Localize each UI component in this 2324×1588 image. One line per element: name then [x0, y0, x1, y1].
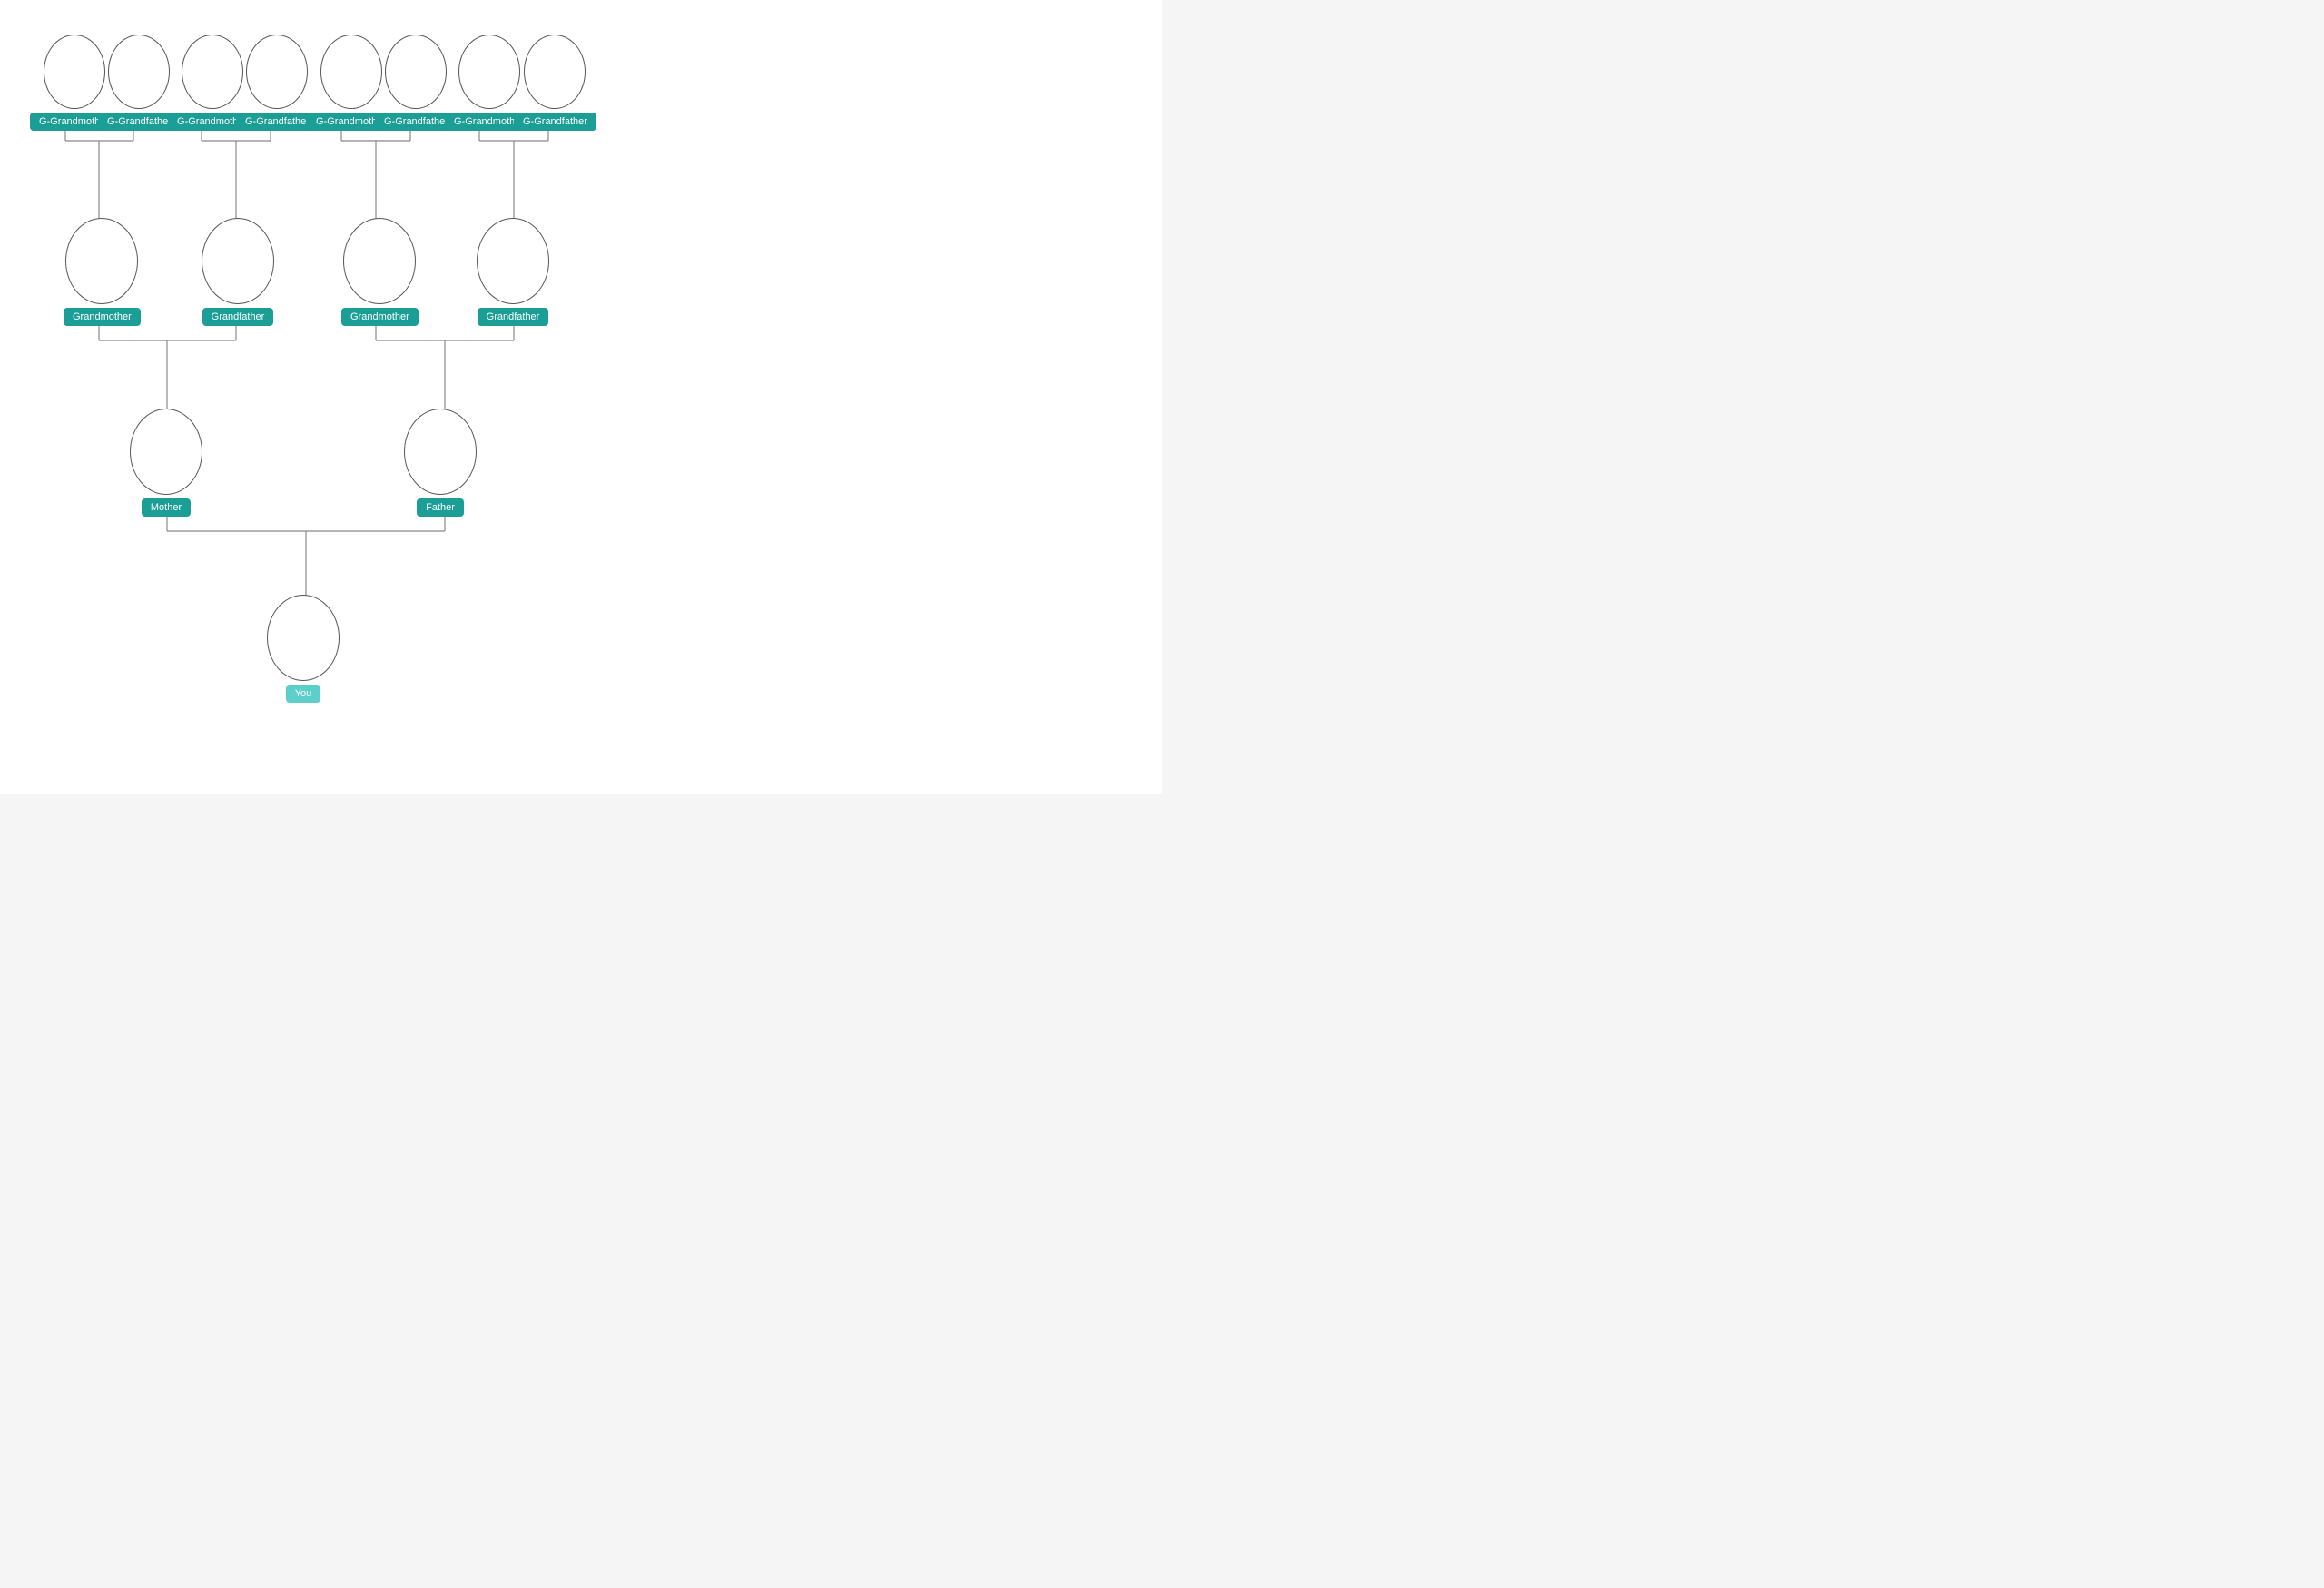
- avatar-you: [267, 595, 340, 681]
- node-father[interactable]: Father: [404, 409, 477, 517]
- avatar-gg1: [44, 35, 105, 109]
- node-gm1[interactable]: Grandmother: [64, 218, 141, 326]
- avatar-gm2: [343, 218, 416, 304]
- node-gf1[interactable]: Grandfather: [202, 218, 274, 326]
- node-you[interactable]: You: [267, 595, 340, 703]
- avatar-mother: [130, 409, 202, 495]
- avatar-gg8: [524, 35, 586, 109]
- avatar-gf1: [202, 218, 274, 304]
- avatar-father: [404, 409, 477, 495]
- node-gm2[interactable]: Grandmother: [341, 218, 419, 326]
- avatar-gg7: [458, 35, 520, 109]
- label-gf1: Grandfather: [202, 308, 274, 326]
- label-gm1: Grandmother: [64, 308, 141, 326]
- node-mother[interactable]: Mother: [130, 409, 202, 517]
- avatar-gg2: [108, 35, 170, 109]
- label-gf2: Grandfather: [478, 308, 549, 326]
- avatar-gg6: [385, 35, 447, 109]
- label-father: Father: [417, 498, 464, 517]
- node-gf2[interactable]: Grandfather: [477, 218, 549, 326]
- label-gm2: Grandmother: [341, 308, 419, 326]
- avatar-gg5: [320, 35, 382, 109]
- label-you: You: [286, 685, 321, 703]
- avatar-gm1: [65, 218, 138, 304]
- label-gg8: G-Grandfather: [514, 113, 596, 131]
- node-gg8[interactable]: G-Grandfather: [514, 35, 596, 131]
- avatar-gg3: [182, 35, 243, 109]
- family-tree: G-Grandmother G-Grandfather G-Grandmothe…: [0, 0, 1162, 794]
- avatar-gf2: [477, 218, 549, 304]
- label-mother: Mother: [142, 498, 191, 517]
- avatar-gg4: [246, 35, 308, 109]
